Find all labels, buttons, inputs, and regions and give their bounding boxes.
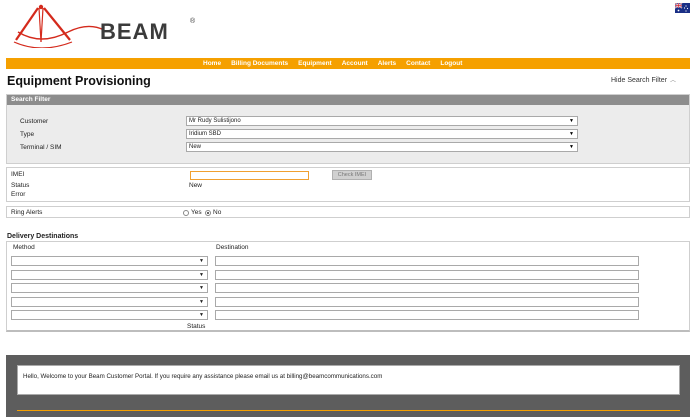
radio-no[interactable] (205, 209, 211, 216)
dropdown-arrow-icon: ▼ (199, 258, 204, 264)
method-select-3[interactable]: ▼ (11, 283, 208, 293)
search-filter-header: Search Filter (7, 95, 689, 105)
imei-input[interactable] (190, 171, 309, 180)
dropdown-arrow-icon: ▼ (569, 144, 574, 150)
status-label: Status (11, 182, 30, 189)
terminal-select-value: New (189, 144, 202, 150)
beam-logo[interactable]: BEAM ® (8, 2, 198, 49)
radio-yes-label: Yes (191, 209, 202, 216)
customer-row: Customer Mr Rudy Sulistijono ▼ (7, 116, 689, 126)
method-select-1[interactable]: ▼ (11, 256, 208, 266)
page-title: Equipment Provisioning (7, 74, 151, 88)
ring-alerts-panel: Ring Alerts Yes No (6, 206, 690, 218)
customer-select[interactable]: Mr Rudy Sulistijono ▼ (186, 116, 578, 126)
delivery-destinations-panel: Method Destination ▼ ▼ ▼ ▼ ▼ Status (6, 241, 690, 332)
nav-contact[interactable]: Contact (406, 60, 430, 67)
destination-input-1[interactable] (215, 256, 639, 266)
customer-select-value: Mr Rudy Sulistijono (189, 118, 241, 124)
dropdown-arrow-icon: ▼ (199, 285, 204, 291)
australia-flag-icon[interactable] (674, 2, 690, 13)
delivery-status-label: Status (187, 323, 206, 330)
destination-input-4[interactable] (215, 297, 639, 307)
type-label: Type (20, 131, 35, 138)
chevron-up-icon: ︿ (670, 78, 677, 84)
type-select[interactable]: Iridium SBD ▼ (186, 129, 578, 139)
type-row: Type Iridium SBD ▼ (7, 129, 689, 139)
error-label: Error (11, 191, 26, 198)
terminal-label: Terminal / SIM (20, 144, 62, 151)
nav-home[interactable]: Home (203, 60, 221, 67)
type-select-value: Iridium SBD (189, 131, 222, 137)
nav-logout[interactable]: Logout (440, 60, 462, 67)
method-select-4[interactable]: ▼ (11, 297, 208, 307)
dropdown-arrow-icon: ▼ (199, 299, 204, 305)
search-filter-panel: Search Filter Customer Mr Rudy Sulistijo… (6, 94, 690, 164)
ring-alerts-yes-option[interactable]: Yes (183, 209, 202, 216)
hide-search-filter-link[interactable]: Hide Search Filter ︿ (611, 75, 676, 84)
ring-alerts-no-option[interactable]: No (205, 209, 221, 216)
nav-account[interactable]: Account (342, 60, 368, 67)
dropdown-arrow-icon: ▼ (569, 131, 574, 137)
destination-input-3[interactable] (215, 283, 639, 293)
dropdown-arrow-icon: ▼ (199, 312, 204, 318)
footer: Hello, Welcome to your Beam Customer Por… (6, 355, 690, 417)
footer-divider (17, 410, 680, 411)
radio-no-label: No (213, 209, 222, 216)
check-imei-button[interactable]: Check IMEI (332, 170, 372, 180)
registered-mark: ® (190, 18, 196, 25)
main-nav: Home Billing Documents Equipment Account… (6, 58, 690, 69)
nav-alerts[interactable]: Alerts (378, 60, 396, 67)
terminal-row: Terminal / SIM New ▼ (7, 142, 689, 152)
method-select-2[interactable]: ▼ (11, 270, 208, 280)
nav-equipment[interactable]: Equipment (298, 60, 332, 67)
dropdown-arrow-icon: ▼ (199, 272, 204, 278)
destination-input-5[interactable] (215, 310, 639, 320)
status-value: New (189, 182, 203, 189)
destination-column-header: Destination (216, 244, 249, 251)
welcome-message: Hello, Welcome to your Beam Customer Por… (17, 365, 680, 395)
terminal-select[interactable]: New ▼ (186, 142, 578, 152)
nav-billing-documents[interactable]: Billing Documents (231, 60, 288, 67)
imei-label: IMEI (11, 171, 25, 178)
method-column-header: Method (13, 244, 35, 251)
method-select-5[interactable]: ▼ (11, 310, 208, 320)
brand-name: BEAM (100, 19, 169, 44)
hide-search-filter-label: Hide Search Filter (611, 77, 668, 84)
dropdown-arrow-icon: ▼ (569, 118, 574, 124)
destination-input-2[interactable] (215, 270, 639, 280)
ring-alerts-label: Ring Alerts (11, 209, 43, 216)
radio-yes[interactable] (183, 209, 189, 216)
imei-panel: IMEI Check IMEI Status New Error (6, 167, 690, 202)
customer-label: Customer (20, 118, 49, 125)
delivery-destinations-title: Delivery Destinations (7, 233, 79, 240)
